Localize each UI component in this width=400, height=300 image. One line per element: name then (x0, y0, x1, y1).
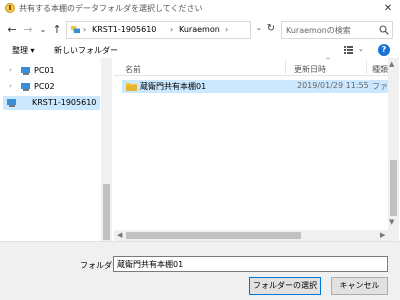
breadcrumb-computer[interactable]: KRST1-1905610 (92, 25, 156, 34)
network-computer-icon (21, 83, 30, 91)
vertical-scrollbar[interactable]: ▲ ▼ (388, 58, 399, 230)
column-divider[interactable] (285, 60, 286, 74)
recent-locations-chevron-icon[interactable]: ⌄ (36, 23, 50, 37)
up-arrow-icon[interactable]: ↑ (50, 23, 64, 37)
column-header-type[interactable]: 種類 (372, 64, 388, 75)
new-folder-button[interactable]: 新しいフォルダー (54, 45, 118, 56)
column-header-date[interactable]: 更新日時 (294, 64, 326, 75)
cancel-button[interactable]: キャンセル (331, 277, 388, 295)
navigation-pane: › PC01 › PC02 KRST1-1905610 (0, 58, 113, 241)
back-arrow-icon[interactable]: ← (5, 23, 19, 37)
file-modified: 2019/01/29 11:55 (297, 81, 369, 90)
command-toolbar: 整理 ▾ 新しいフォルダー ⌄ ? (0, 43, 400, 58)
forward-arrow-icon[interactable]: → (21, 23, 35, 37)
search-placeholder: Kuraemonの検索 (286, 26, 351, 35)
sidebar-item-pc01[interactable]: › PC01 (3, 64, 100, 78)
organize-menu-button[interactable]: 整理 ▾ (12, 45, 35, 56)
breadcrumb-kuraemon[interactable]: Kuraemon (179, 25, 220, 34)
refresh-icon[interactable]: ↻ (264, 23, 278, 37)
address-dropdown-icon[interactable]: ⌄ (256, 24, 264, 34)
column-header-row: 名前 ^ 更新日時 種類 (114, 57, 400, 76)
view-options-icon[interactable] (344, 45, 356, 55)
column-header-name[interactable]: 名前 (125, 64, 141, 75)
close-button[interactable]: ✕ (376, 0, 400, 17)
column-divider[interactable] (366, 60, 367, 74)
breadcrumb-separator[interactable]: › (170, 25, 173, 34)
address-bar[interactable]: › KRST1-1905610 › Kuraemon › (66, 21, 251, 39)
sidebar-item-label: PC01 (34, 66, 55, 75)
network-computer-icon (21, 67, 30, 75)
expand-chevron-icon[interactable]: › (9, 82, 12, 90)
scrollbar-thumb[interactable] (126, 232, 301, 239)
network-pc-icon (71, 25, 80, 34)
window-title: 共有する本棚のデータフォルダを選択してください (19, 4, 203, 13)
horizontal-scrollbar[interactable]: ◀ ▶ (114, 230, 388, 241)
title-bar: 共有する本棚のデータフォルダを選択してください ✕ (0, 0, 400, 17)
view-dropdown-icon[interactable]: ⌄ (358, 45, 364, 53)
scrollbar-thumb[interactable] (103, 184, 110, 240)
navigation-scrollbar[interactable] (101, 58, 112, 241)
help-icon[interactable]: ? (378, 44, 390, 56)
scroll-right-arrow-icon[interactable]: ▶ (380, 231, 385, 239)
sidebar-item-krst1[interactable]: KRST1-1905610 (3, 96, 100, 110)
sidebar-item-label: KRST1-1905610 (32, 98, 97, 107)
table-row[interactable]: 蔵衛門共有本棚01 2019/01/29 11:55 ファイル フォルダー (122, 80, 392, 93)
folder-icon (126, 83, 137, 91)
file-list: 名前 ^ 更新日時 種類 蔵衛門共有本棚01 2019/01/29 11:55 … (114, 57, 400, 241)
sidebar-item-label: PC02 (34, 82, 55, 91)
scroll-up-arrow-icon[interactable]: ▲ (389, 60, 394, 68)
select-folder-button[interactable]: フォルダーの選択 (249, 277, 321, 295)
breadcrumb-separator[interactable]: › (83, 25, 86, 34)
address-row: ← → ⌄ ↑ › KRST1-1905610 › Kuraemon › ⌄ ↻… (0, 17, 400, 43)
sidebar-item-pc02[interactable]: › PC02 (3, 80, 100, 94)
search-icon (379, 25, 389, 35)
scrollbar-thumb[interactable] (390, 160, 397, 216)
expand-chevron-icon[interactable]: › (9, 66, 12, 74)
scrollbar-corner (388, 230, 399, 241)
folder-field[interactable] (113, 256, 388, 272)
dialog-footer: フォルダー: フォルダーの選択 キャンセル (0, 241, 400, 300)
network-computer-icon (7, 99, 16, 107)
scroll-down-arrow-icon[interactable]: ▼ (389, 218, 394, 226)
scroll-left-arrow-icon[interactable]: ◀ (117, 231, 122, 239)
search-input[interactable]: Kuraemonの検索 (281, 21, 393, 39)
breadcrumb-separator[interactable]: › (225, 25, 228, 34)
file-name: 蔵衛門共有本棚01 (140, 82, 207, 91)
app-warning-icon (5, 3, 15, 13)
